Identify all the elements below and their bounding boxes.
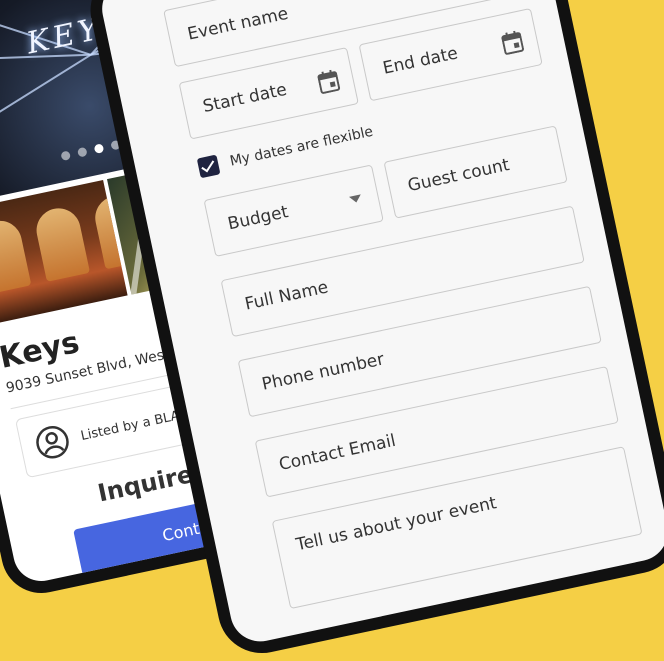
event-description-placeholder: Tell us about your event — [294, 493, 499, 556]
carousel-dot[interactable] — [60, 150, 72, 162]
user-circle-icon — [36, 425, 69, 459]
guest-count-input[interactable]: Guest count — [383, 125, 568, 219]
phone-placeholder: Phone number — [260, 349, 387, 395]
guest-count-placeholder: Guest count — [406, 155, 512, 197]
start-date-placeholder: Start date — [201, 79, 289, 118]
calendar-icon[interactable] — [317, 69, 341, 95]
carousel-dot[interactable] — [77, 146, 88, 158]
caret-down-icon — [349, 194, 363, 204]
contact-email-placeholder: Contact Email — [277, 430, 398, 476]
end-date-placeholder: End date — [381, 43, 460, 79]
flexible-dates-label: My dates are flexible — [228, 123, 375, 170]
full-name-placeholder: Full Name — [243, 277, 331, 315]
event-name-placeholder: Event name — [185, 3, 290, 45]
budget-placeholder: Budget — [226, 202, 291, 235]
budget-select[interactable]: Budget — [203, 164, 384, 257]
calendar-icon[interactable] — [500, 30, 525, 56]
carousel-dot-active[interactable] — [93, 143, 105, 154]
thumbnail-bar-image[interactable] — [0, 179, 128, 330]
start-date-input[interactable]: Start date — [178, 47, 359, 140]
flexible-dates-checkbox[interactable] — [196, 154, 221, 179]
